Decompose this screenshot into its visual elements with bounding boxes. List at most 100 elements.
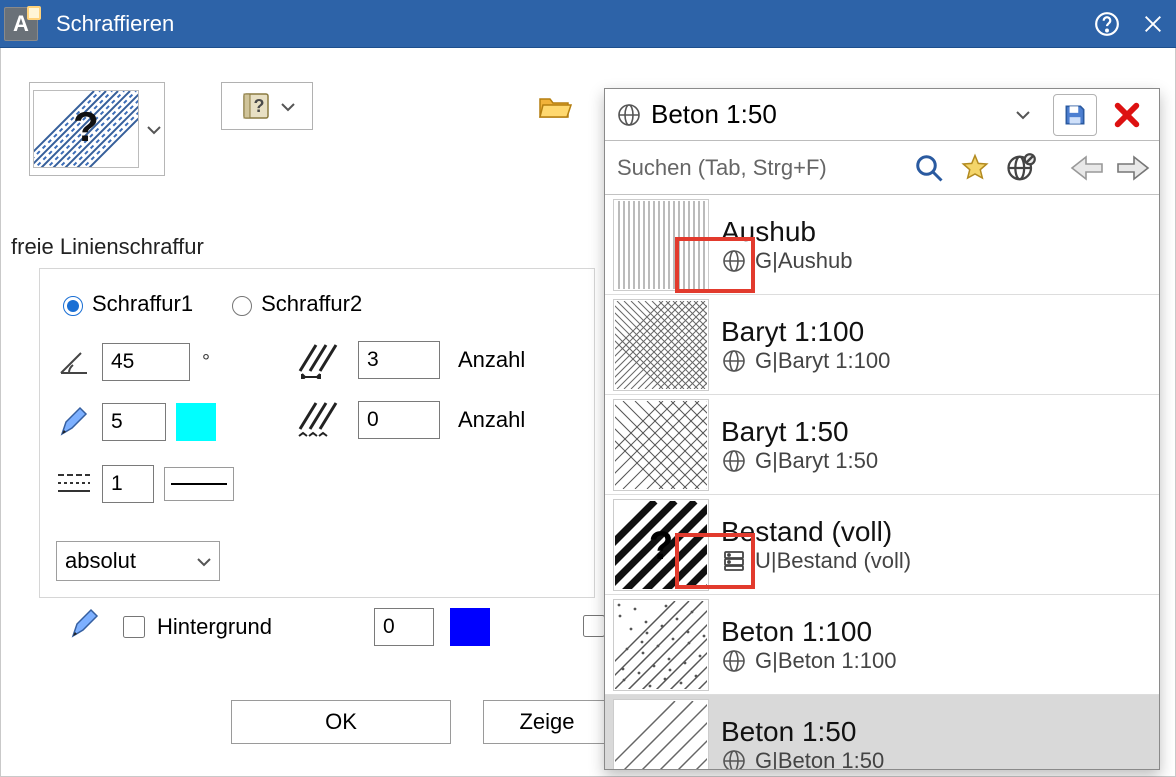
item-title: Bestand (voll) [721, 516, 911, 548]
globe-filter-icon[interactable] [1003, 150, 1039, 186]
svg-text:?: ? [254, 96, 265, 116]
radio-label: Schraffur2 [261, 291, 362, 317]
dialog-body: ? ? freie Linienschraffur Schraffur1 [0, 48, 1176, 777]
pattern-thumb: ? [613, 499, 709, 591]
selected-name[interactable]: Beton 1:50 [651, 99, 993, 130]
pattern-thumb [613, 199, 709, 291]
background-color-swatch[interactable] [450, 608, 490, 646]
item-text: Aushub G|Aushub [717, 216, 852, 274]
radio-schraffur2[interactable]: Schraffur2 [227, 291, 362, 317]
angle-input[interactable] [102, 343, 190, 381]
item-text: Baryt 1:50 G|Baryt 1:50 [717, 416, 878, 474]
globe-icon [721, 648, 747, 674]
background-value-input[interactable] [374, 608, 434, 646]
pencil-icon [56, 404, 92, 440]
background-row: Hintergrund [69, 608, 490, 646]
dropdown-toggle[interactable] [1001, 94, 1045, 136]
folder-open-icon [538, 93, 572, 121]
search-bar: Suchen (Tab, Strg+F) [605, 141, 1159, 195]
list-item[interactable]: Baryt 1:50 G|Baryt 1:50 [605, 395, 1159, 495]
item-subtitle: G|Baryt 1:50 [721, 448, 878, 474]
angle-icon [56, 344, 92, 380]
item-subtitle: G|Baryt 1:100 [721, 348, 890, 374]
app-icon: A [4, 7, 38, 41]
zeige-button[interactable]: Zeige [483, 700, 611, 744]
pattern-thumb [613, 399, 709, 491]
help-button[interactable] [1084, 1, 1130, 47]
hatch-anzahl2-icon [296, 401, 338, 439]
radio-label: Schraffur1 [92, 291, 193, 317]
list-item[interactable]: Beton 1:100 G|Beton 1:100 [605, 595, 1159, 695]
library-dropdown[interactable]: ? [221, 82, 313, 130]
globe-icon [615, 101, 643, 129]
svg-text:?: ? [649, 524, 673, 568]
search-input[interactable]: Suchen (Tab, Strg+F) [613, 150, 901, 186]
search-icon[interactable] [911, 150, 947, 186]
save-button[interactable] [1053, 94, 1097, 136]
globe-icon [721, 448, 747, 474]
mode-select[interactable]: absolut [56, 541, 220, 581]
window-title: Schraffieren [56, 11, 174, 37]
item-subtitle: G|Aushub [721, 248, 852, 274]
item-title: Beton 1:100 [721, 616, 897, 648]
pattern-thumb [613, 699, 709, 770]
item-title: Aushub [721, 216, 852, 248]
linetype-input[interactable] [102, 465, 154, 503]
list-item[interactable]: Beton 1:50 G|Beton 1:50 [605, 695, 1159, 769]
delete-button[interactable] [1105, 94, 1149, 136]
svg-text:?: ? [73, 103, 99, 150]
pen-color-swatch[interactable] [176, 403, 216, 441]
item-text: Beton 1:50 G|Beton 1:50 [717, 716, 884, 770]
hatch-anzahl1-icon [296, 341, 338, 379]
folder-open-button[interactable] [535, 90, 575, 124]
extra-checkbox[interactable] [579, 612, 603, 636]
chevron-down-icon [281, 102, 295, 110]
anzahl-label: Anzahl [458, 407, 525, 433]
item-text: Baryt 1:100 G|Baryt 1:100 [717, 316, 890, 374]
nav-forward-icon[interactable] [1115, 150, 1151, 186]
item-text: Bestand (voll) U|Bestand (voll) [717, 516, 911, 574]
pencil-icon [69, 608, 103, 646]
list-item[interactable]: Aushub G|Aushub [605, 195, 1159, 295]
list-item[interactable]: ? Bestand (voll) U|Bestand (voll) [605, 495, 1159, 595]
pattern-thumb [613, 299, 709, 391]
radio-group: Schraffur1 Schraffur2 [58, 291, 362, 317]
popup-header: Beton 1:50 [605, 89, 1159, 141]
radio-schraffur1[interactable]: Schraffur1 [58, 291, 193, 317]
item-subtitle: U|Bestand (voll) [721, 548, 911, 574]
close-button[interactable] [1130, 1, 1176, 47]
anzahl2-input[interactable] [358, 401, 440, 439]
pattern-list[interactable]: Aushub G|Aushub Baryt 1:100 G|Baryt 1:10… [605, 195, 1159, 769]
item-text: Beton 1:100 G|Beton 1:100 [717, 616, 897, 674]
degree-label: ° [202, 351, 210, 374]
globe-icon [721, 248, 747, 274]
pattern-preview: ? [33, 90, 139, 168]
background-label: Hintergrund [157, 614, 272, 640]
linetype-preview[interactable] [164, 467, 234, 501]
x-icon [1113, 101, 1141, 129]
pattern-preview-dropdown[interactable]: ? [29, 82, 165, 176]
globe-icon [721, 348, 747, 374]
nav-back-icon[interactable] [1069, 150, 1105, 186]
title-bar: A Schraffieren [0, 0, 1176, 48]
item-title: Baryt 1:100 [721, 316, 890, 348]
item-title: Baryt 1:50 [721, 416, 878, 448]
anzahl-label: Anzahl [458, 347, 525, 373]
pattern-picker-popup: Beton 1:50 Suchen (Tab, Strg+F) [604, 88, 1160, 770]
book-help-icon: ? [239, 89, 273, 123]
ok-button[interactable]: OK [231, 700, 451, 744]
globe-icon [721, 748, 747, 770]
favorite-star-icon[interactable] [957, 150, 993, 186]
item-subtitle: G|Beton 1:100 [721, 648, 897, 674]
form-panel: Schraffur1 Schraffur2 ° Anzahl [39, 268, 595, 598]
chevron-down-icon [147, 125, 161, 133]
pen-input[interactable] [102, 403, 166, 441]
section-label: freie Linienschraffur [11, 234, 204, 260]
server-icon [721, 548, 747, 574]
list-item[interactable]: Baryt 1:100 G|Baryt 1:100 [605, 295, 1159, 395]
save-icon [1062, 102, 1088, 128]
item-subtitle: G|Beton 1:50 [721, 748, 884, 770]
anzahl1-input[interactable] [358, 341, 440, 379]
background-checkbox[interactable]: Hintergrund [119, 613, 272, 641]
item-title: Beton 1:50 [721, 716, 884, 748]
